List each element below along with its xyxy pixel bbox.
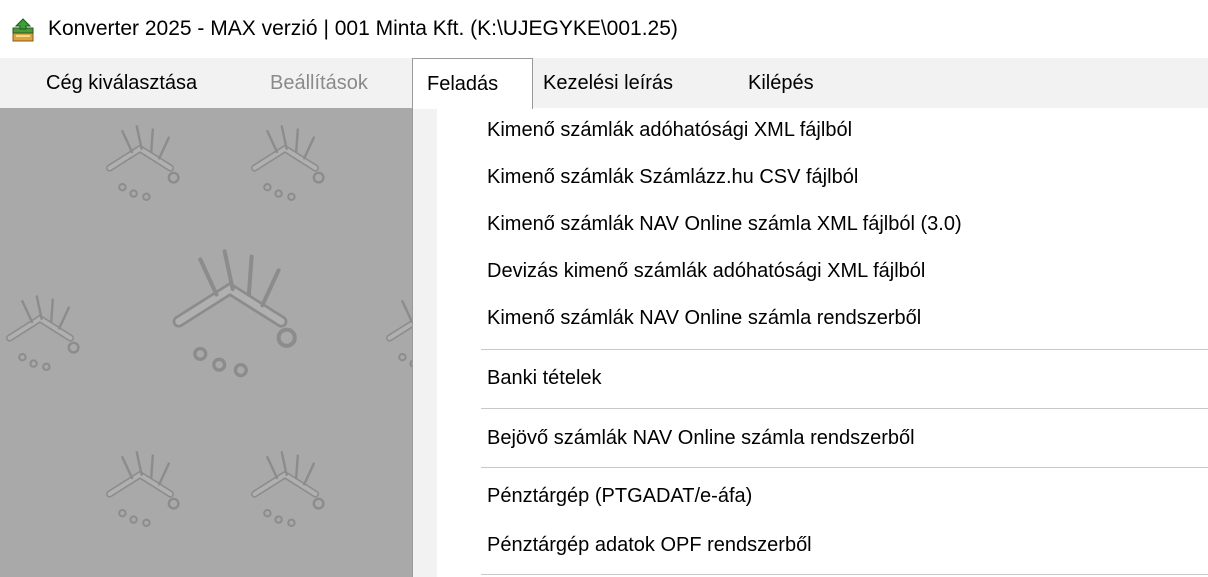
- menu-separator: [481, 467, 1208, 468]
- menu-bar: Cég kiválasztása Beállítások Feladás Kez…: [0, 58, 1208, 109]
- menu-feladas[interactable]: Feladás: [412, 58, 533, 109]
- menu-item-kimeno-xml[interactable]: Kimenő számlák adóhatósági XML fájlból: [487, 111, 852, 149]
- menu-item-kimeno-nav-rendszer[interactable]: Kimenő számlák NAV Online számla rendsze…: [487, 299, 921, 337]
- menu-item-devizas-kimeno-xml[interactable]: Devizás kimenő számlák adóhatósági XML f…: [487, 252, 925, 290]
- menu-separator: [481, 349, 1208, 350]
- menu-item-banki-tetelek[interactable]: Banki tételek: [487, 359, 602, 397]
- menu-item-kimeno-nav-xml[interactable]: Kimenő számlák NAV Online számla XML fáj…: [487, 205, 962, 243]
- menu-icon-gutter: [413, 108, 437, 577]
- app-stack-icon: [12, 18, 34, 42]
- menu-item-bejovo-nav-rendszer[interactable]: Bejövő számlák NAV Online számla rendsze…: [487, 419, 915, 457]
- title-bar: Konverter 2025 - MAX verzió | 001 Minta …: [0, 0, 1208, 58]
- feladas-dropdown-menu: Kimenő számlák adóhatósági XML fájlból K…: [412, 108, 1208, 577]
- menu-item-kimeno-szamlazz-csv[interactable]: Kimenő számlák Számlázz.hu CSV fájlból: [487, 158, 858, 196]
- menu-item-penztargep-ptgadat[interactable]: Pénztárgép (PTGADAT/e-áfa): [487, 477, 752, 515]
- sunburst-pattern-icon: [0, 108, 412, 577]
- menu-beallitasok[interactable]: Beállítások: [256, 58, 382, 108]
- menu-separator: [481, 408, 1208, 409]
- window-title: Konverter 2025 - MAX verzió | 001 Minta …: [48, 17, 678, 40]
- menu-ceg-kivalasztasa[interactable]: Cég kiválasztása: [32, 58, 211, 108]
- background-pattern: [0, 108, 412, 577]
- menu-kilepes[interactable]: Kilépés: [734, 58, 828, 108]
- menu-item-penztargep-opf[interactable]: Pénztárgép adatok OPF rendszerből: [487, 526, 812, 564]
- menu-separator: [481, 574, 1208, 575]
- menu-kezelesi-leiras[interactable]: Kezelési leírás: [529, 58, 687, 108]
